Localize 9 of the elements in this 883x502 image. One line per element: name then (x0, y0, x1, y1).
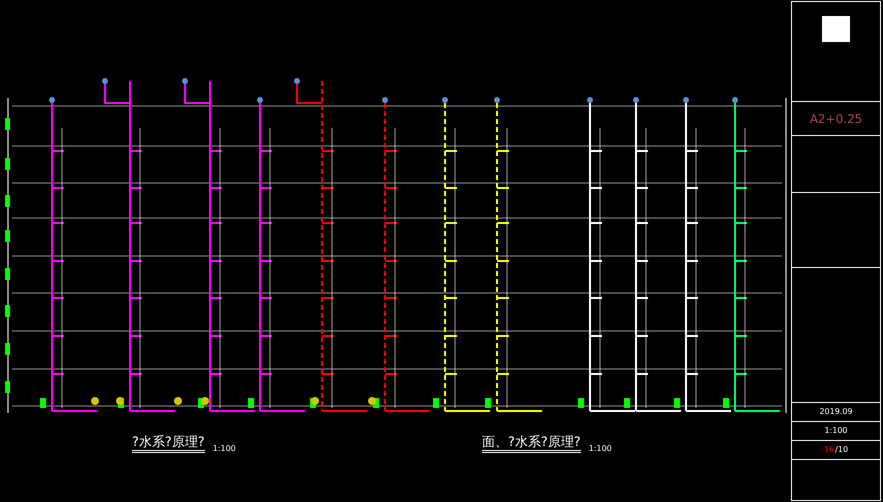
drawing-title: 面、?水系?原理? (482, 436, 581, 453)
scale-value: 1:100 (824, 425, 848, 437)
date-value: 2019.09 (819, 406, 853, 418)
sheet-size: A2+0.25 (810, 110, 862, 128)
drawing-title: ?水系?原理? (132, 436, 205, 453)
drawing-scale: 1:100 (588, 445, 612, 453)
sheet-number: 16 (824, 444, 834, 456)
sheet-total: /10 (835, 444, 848, 456)
drawing-scale: 1:100 (212, 445, 236, 453)
